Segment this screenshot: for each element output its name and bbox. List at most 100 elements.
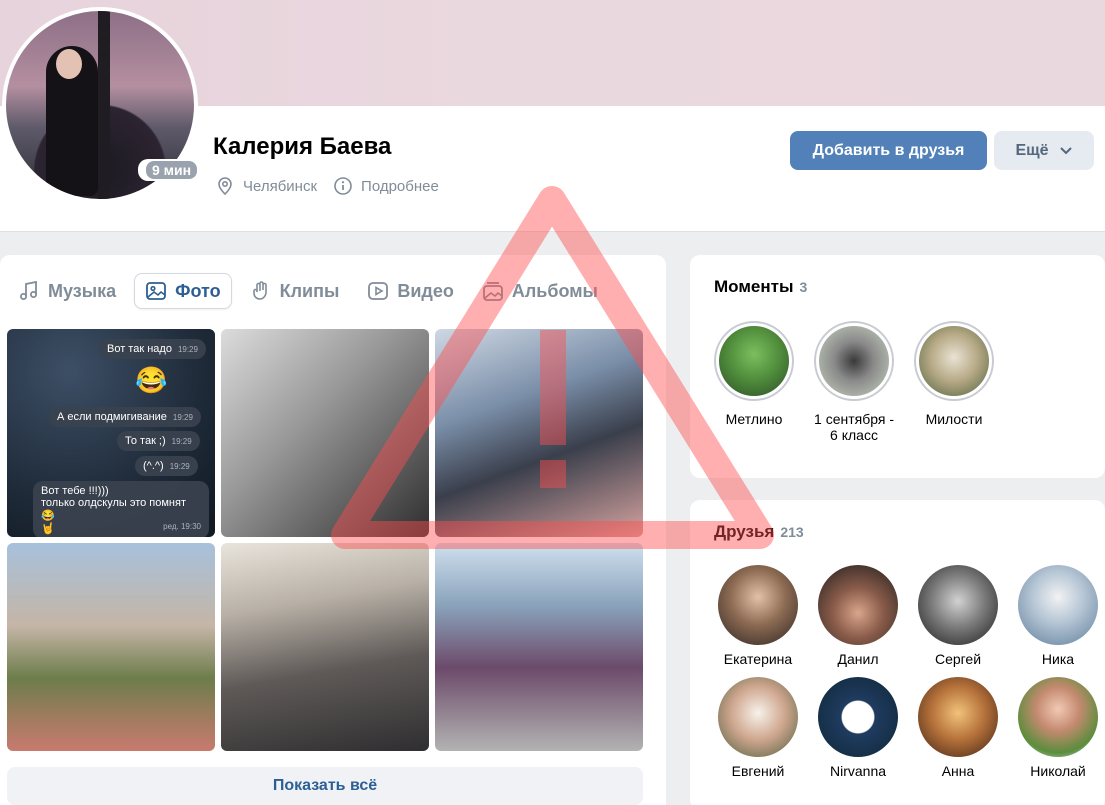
moments-title[interactable]: Моменты 3	[714, 277, 807, 297]
music-icon	[20, 280, 37, 300]
chat-bubble-text: 🤘	[41, 523, 55, 535]
chat-bubble-time: ред. 19:30	[163, 522, 201, 531]
friend-name: Ника	[1041, 651, 1075, 667]
moments-panel: Моменты 3 Метлино 1 сентября - 6 класс Ми…	[690, 255, 1105, 478]
friend-name: Nirvanna	[829, 763, 887, 779]
friends-panel: Друзья 213 Екатерина Данил Сергей Ника Ев…	[690, 500, 1105, 805]
photo-couple[interactable]	[7, 543, 215, 751]
chat-bubble-text: только олдскулы это помнят 😂	[41, 497, 187, 522]
media-panel: Музыка Фото Клипы Видео Альбомы Вот так …	[0, 255, 666, 805]
photo-chat-screenshot[interactable]: Вот так надо 19:29 😂 А если подмигивание 1…	[7, 329, 215, 537]
moment-thumbnail	[819, 326, 889, 396]
tab-video[interactable]: Видео	[357, 273, 464, 309]
moment-ring	[714, 321, 794, 401]
more-button-label: Ещё	[1015, 141, 1049, 159]
chat-bubble-time: 19:29	[172, 413, 193, 422]
photo-selfie[interactable]	[435, 329, 643, 537]
online-status-badge: 9 мин	[138, 159, 206, 181]
avatar	[818, 565, 898, 645]
city-label: Челябинск	[243, 177, 318, 195]
moment-label: Милости	[925, 411, 983, 427]
chat-bubble: А если подмигивание 19:29	[49, 407, 201, 427]
chevron-down-icon	[1059, 146, 1072, 154]
friend-item[interactable]: Екатерина	[708, 565, 808, 667]
avatar	[918, 565, 998, 645]
chat-bubble-time: 19:29	[169, 462, 190, 471]
tab-photo[interactable]: Фото	[134, 273, 232, 309]
albums-icon	[482, 282, 503, 301]
profile-header: 9 мин Калерия Баева Челябинск Подробнее …	[0, 0, 1105, 232]
details-link-label: Подробнее	[361, 177, 439, 195]
photo-group[interactable]	[435, 543, 643, 751]
details-link[interactable]: Подробнее	[333, 176, 439, 196]
moment-item[interactable]: Милости	[914, 321, 994, 443]
photo-icon	[146, 282, 167, 300]
chat-bubble-time: 19:29	[177, 345, 198, 354]
avatar	[718, 677, 798, 757]
online-status-text: 9 мин	[146, 161, 198, 179]
avatar	[818, 677, 898, 757]
moment-thumbnail	[719, 326, 789, 396]
moment-thumbnail	[919, 326, 989, 396]
chat-bubble-time: 19:29	[171, 437, 192, 446]
avatar-pole	[98, 11, 110, 199]
tab-music-label: Музыка	[48, 280, 117, 301]
friends-count: 213	[780, 524, 804, 540]
profile-name: Калерия Баева	[213, 133, 392, 160]
location-pin-icon	[218, 177, 232, 196]
avatar	[918, 677, 998, 757]
chat-bubble-text: То так ;)	[125, 435, 166, 447]
chat-bubble: Вот тебе !!!))) только олдскулы это помн…	[33, 481, 209, 537]
moments-list: Метлино 1 сентября - 6 класс Милости	[714, 321, 1014, 443]
moments-count: 3	[799, 279, 808, 295]
chat-bubble: (^.^) 19:29	[135, 456, 198, 476]
city-info: Челябинск	[215, 176, 317, 196]
photo-grid: Вот так надо 19:29 😂 А если подмигивание 1…	[7, 329, 643, 753]
tab-clips-label: Клипы	[279, 280, 340, 301]
avatar	[718, 565, 798, 645]
friends-title[interactable]: Друзья 213	[714, 522, 804, 542]
laughing-emoji-icon: 😂	[135, 365, 168, 395]
moment-ring	[814, 321, 894, 401]
tab-music[interactable]: Музыка	[8, 273, 126, 309]
friend-item[interactable]: Николай	[1008, 677, 1105, 779]
friend-name: Данил	[837, 651, 879, 667]
friend-item[interactable]: Анна	[908, 677, 1008, 779]
info-icon	[334, 177, 352, 195]
chat-bubble-text: (^.^)	[143, 460, 164, 472]
chat-bubble: Вот так надо 19:29	[99, 339, 206, 359]
friend-name: Евгений	[731, 763, 785, 779]
avatar-face	[56, 49, 82, 79]
chat-bubble-text: Вот тебе !!!)))	[41, 485, 109, 497]
friend-item[interactable]: Ника	[1008, 565, 1105, 667]
more-button[interactable]: Ещё	[994, 131, 1094, 170]
add-friend-button[interactable]: Добавить в друзья	[790, 131, 987, 170]
moment-label: Метлино	[725, 411, 783, 427]
moments-title-label: Моменты	[714, 277, 794, 296]
friend-item[interactable]: Данил	[808, 565, 908, 667]
tab-video-label: Видео	[397, 280, 454, 301]
chat-bubble-text: А если подмигивание	[57, 411, 167, 423]
media-tabs: Музыка Фото Клипы Видео Альбомы	[8, 273, 616, 309]
avatar	[1018, 677, 1098, 757]
show-all-button[interactable]: Показать всё	[7, 767, 643, 805]
friend-item[interactable]: Евгений	[708, 677, 808, 779]
profile-meta: Челябинск Подробнее	[215, 176, 455, 196]
friend-item[interactable]: Nirvanna	[808, 677, 908, 779]
moment-item[interactable]: 1 сентября - 6 класс	[814, 321, 894, 443]
moment-item[interactable]: Метлино	[714, 321, 794, 443]
friends-grid: Екатерина Данил Сергей Ника Евгений Nirv…	[708, 565, 1105, 779]
tab-clips[interactable]: Клипы	[240, 273, 350, 309]
moment-ring	[914, 321, 994, 401]
friend-name: Анна	[941, 763, 975, 779]
friend-name: Сергей	[934, 651, 982, 667]
friend-name: Николай	[1030, 763, 1086, 779]
tab-photo-label: Фото	[175, 280, 221, 301]
photo-graffiti[interactable]	[221, 329, 429, 537]
friend-item[interactable]: Сергей	[908, 565, 1008, 667]
photo-selfie-two[interactable]	[221, 543, 429, 751]
friend-name: Екатерина	[723, 651, 793, 667]
friends-title-label: Друзья	[714, 522, 775, 541]
clips-icon	[252, 281, 267, 300]
tab-albums[interactable]: Альбомы	[472, 273, 608, 309]
